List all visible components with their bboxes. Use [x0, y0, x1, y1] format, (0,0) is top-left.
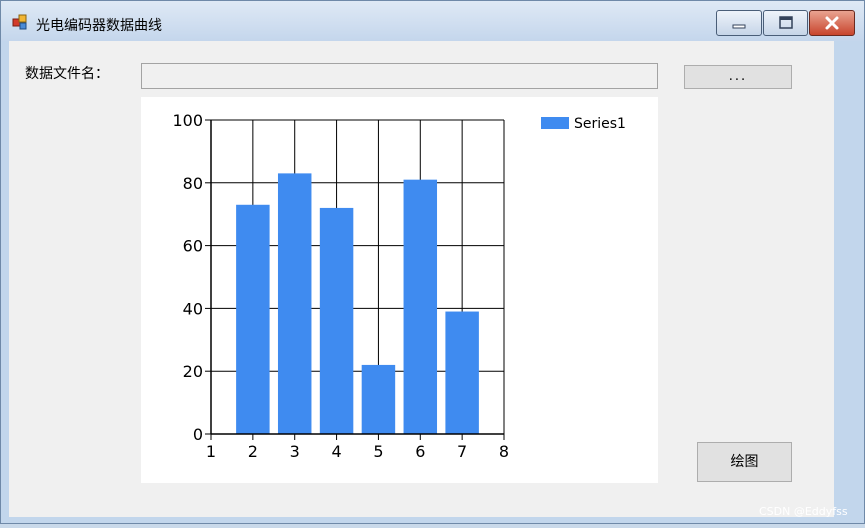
y-tick-label: 40	[183, 299, 203, 318]
maximize-button[interactable]	[763, 10, 808, 36]
x-tick-label: 4	[331, 442, 341, 461]
y-tick-label: 20	[183, 362, 203, 381]
minimize-icon	[732, 24, 746, 29]
draw-button[interactable]: 绘图	[697, 442, 792, 482]
x-tick-label: 2	[248, 442, 258, 461]
bar	[236, 204, 270, 434]
legend-swatch	[541, 117, 569, 129]
browse-button[interactable]: ...	[684, 65, 792, 89]
x-tick-label: 7	[457, 442, 467, 461]
x-tick-label: 6	[415, 442, 425, 461]
y-tick-label: 0	[193, 425, 203, 444]
chart-panel: 0 20 40 60 80 100 1 2 3 4 5 6 7 8 Series1	[141, 97, 658, 483]
bar	[403, 179, 438, 434]
file-name-label: 数据文件名：	[25, 66, 109, 82]
title-bar[interactable]: 光电编码器数据曲线	[1, 1, 864, 41]
main-window: 光电编码器数据曲线 数据文件名： ... 0 20 40 60 80 100 1 2 3 4 5 6 7…	[0, 0, 865, 524]
bar-chart: 0 20 40 60 80 100 1 2 3 4 5 6 7 8 Series1	[172, 111, 626, 461]
y-tick-label: 80	[183, 174, 203, 193]
watermark-text: CSDN @Eddyfss	[759, 505, 848, 518]
form-client-area: 数据文件名： ... 0 20 40 60 80 100 1 2 3 4 5 6 7 8 Series1 绘…	[9, 41, 834, 517]
bar	[361, 364, 396, 434]
file-path-input[interactable]	[141, 63, 658, 89]
x-tick-label: 3	[290, 442, 300, 461]
legend-label: Series1	[574, 116, 626, 132]
bar	[319, 207, 354, 434]
y-tick-label: 60	[183, 237, 203, 256]
bar	[445, 311, 479, 434]
minimize-button[interactable]	[716, 10, 762, 36]
x-tick-label: 8	[499, 442, 509, 461]
x-tick-label: 5	[373, 442, 383, 461]
close-button[interactable]	[809, 10, 855, 36]
x-tick-label: 1	[206, 442, 216, 461]
y-tick-label: 100	[172, 111, 203, 130]
app-icon	[12, 14, 27, 30]
window-title: 光电编码器数据曲线	[36, 18, 162, 34]
close-icon	[825, 16, 839, 30]
maximize-icon	[778, 16, 793, 29]
bar	[277, 173, 312, 434]
